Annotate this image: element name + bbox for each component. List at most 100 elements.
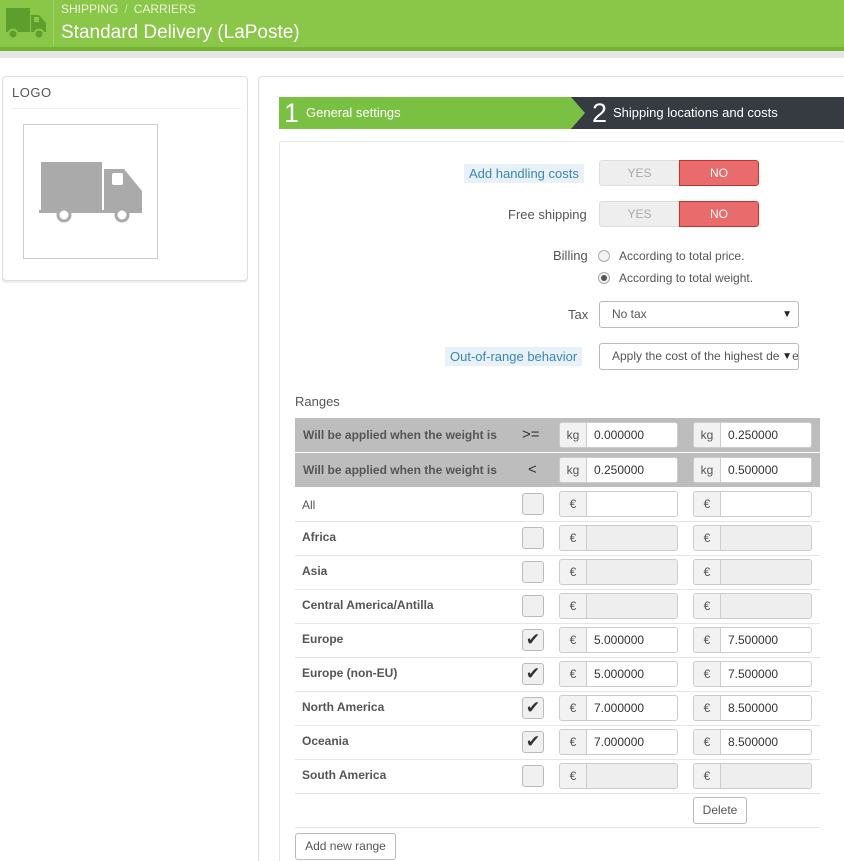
- price-value[interactable]: [587, 526, 677, 550]
- zone-price-input[interactable]: €: [559, 763, 678, 789]
- tax-select[interactable]: No tax ▼: [599, 301, 799, 328]
- zone-price-input[interactable]: €: [559, 525, 678, 551]
- free-shipping-no[interactable]: NO: [679, 201, 759, 227]
- zone-name: Europe: [302, 632, 344, 646]
- range-to-input-1[interactable]: kg 0.250000: [559, 457, 678, 483]
- zone-checkbox[interactable]: [522, 765, 544, 787]
- price-value[interactable]: [721, 560, 811, 584]
- unit-addon: kg: [694, 458, 721, 482]
- out-of-range-select[interactable]: Apply the cost of the highest defined ra…: [599, 343, 799, 370]
- price-value[interactable]: 7.000000: [587, 696, 677, 720]
- zone-price-input[interactable]: €: [559, 559, 678, 585]
- price-value[interactable]: 7.500000: [721, 662, 811, 686]
- zone-checkbox[interactable]: [522, 561, 544, 583]
- price-value[interactable]: [587, 764, 677, 788]
- free-shipping-switch: YES NO: [599, 201, 759, 227]
- zone-price-input[interactable]: €5.000000: [559, 627, 678, 653]
- zone-price-input[interactable]: €: [693, 559, 812, 585]
- currency-addon: €: [694, 662, 721, 686]
- billing-option-price[interactable]: According to total price.: [598, 249, 744, 263]
- price-value[interactable]: 8.500000: [721, 696, 811, 720]
- zone-price-input[interactable]: €7.500000: [693, 627, 812, 653]
- zone-price-input[interactable]: €: [693, 525, 812, 551]
- currency-addon: €: [694, 560, 721, 584]
- price-value[interactable]: [721, 764, 811, 788]
- zone-checkbox[interactable]: [522, 493, 544, 515]
- step-number: 1: [284, 98, 300, 128]
- range-value[interactable]: 0.000000: [587, 423, 677, 447]
- price-value[interactable]: 8.500000: [721, 730, 811, 754]
- zone-price-input[interactable]: €7.000000: [559, 695, 678, 721]
- radio-button[interactable]: [598, 250, 610, 262]
- currency-addon: €: [560, 696, 587, 720]
- zone-name: Oceania: [302, 734, 349, 748]
- zone-price-input[interactable]: €7.000000: [559, 729, 678, 755]
- zone-price-input[interactable]: €: [693, 491, 812, 517]
- zone-price-input[interactable]: €: [693, 763, 812, 789]
- price-value[interactable]: [721, 594, 811, 618]
- zone-name: All: [302, 498, 316, 512]
- zone-price-input[interactable]: €8.500000: [693, 695, 812, 721]
- zone-name: Asia: [302, 564, 328, 578]
- zone-price-input[interactable]: €8.500000: [693, 729, 812, 755]
- price-value[interactable]: 7.500000: [721, 628, 811, 652]
- header-strip: [0, 51, 844, 58]
- delete-range-button[interactable]: Delete: [693, 797, 747, 824]
- range-value[interactable]: 0.250000: [721, 423, 811, 447]
- range-from-input-1[interactable]: kg 0.000000: [559, 422, 678, 448]
- zone-price-input[interactable]: €7.500000: [693, 661, 812, 687]
- price-value[interactable]: 7.000000: [587, 730, 677, 754]
- logo-panel: LOGO: [2, 76, 248, 281]
- unit-addon: kg: [694, 423, 721, 447]
- add-new-range-button[interactable]: Add new range: [295, 833, 396, 860]
- handling-costs-yes[interactable]: YES: [599, 160, 679, 186]
- price-value[interactable]: 5.000000: [587, 628, 677, 652]
- radio-button-checked[interactable]: [598, 272, 610, 284]
- breadcrumb: SHIPPING / CARRIERS: [61, 2, 196, 16]
- price-value[interactable]: [721, 526, 811, 550]
- handling-costs-no[interactable]: NO: [679, 160, 759, 186]
- currency-addon: €: [560, 628, 587, 652]
- currency-addon: €: [694, 526, 721, 550]
- zone-checkbox[interactable]: [522, 527, 544, 549]
- breadcrumb-shipping[interactable]: SHIPPING: [61, 2, 118, 16]
- price-value[interactable]: [721, 492, 811, 516]
- range-from-input-2[interactable]: kg 0.250000: [693, 422, 812, 448]
- free-shipping-yes[interactable]: YES: [599, 201, 679, 227]
- step-general-settings[interactable]: 1 General settings: [279, 97, 571, 129]
- caret-down-icon: ▼: [779, 302, 792, 327]
- zone-price-input[interactable]: €: [693, 593, 812, 619]
- tax-select-value: No tax: [612, 307, 647, 321]
- range-value[interactable]: 0.500000: [721, 458, 811, 482]
- range-to-input-2[interactable]: kg 0.500000: [693, 457, 812, 483]
- zone-price-input[interactable]: €: [559, 491, 678, 517]
- unit-addon: kg: [560, 458, 587, 482]
- range-operator: >=: [522, 426, 540, 443]
- range-value[interactable]: 0.250000: [587, 458, 677, 482]
- zone-checkbox-checked[interactable]: ✔: [522, 629, 544, 651]
- step-number: 2: [592, 98, 608, 128]
- currency-addon: €: [694, 730, 721, 754]
- billing-label: Billing: [553, 248, 588, 263]
- zone-checkbox[interactable]: [522, 595, 544, 617]
- logo-panel-title: LOGO: [12, 85, 52, 100]
- breadcrumb-carriers[interactable]: CARRIERS: [134, 2, 196, 16]
- price-value[interactable]: [587, 492, 677, 516]
- zone-price-input[interactable]: €5.000000: [559, 661, 678, 687]
- price-value[interactable]: [587, 594, 677, 618]
- zone-checkbox-checked[interactable]: ✔: [522, 731, 544, 753]
- zone-checkbox-checked[interactable]: ✔: [522, 697, 544, 719]
- zone-price-input[interactable]: €: [559, 593, 678, 619]
- currency-addon: €: [694, 492, 721, 516]
- range-row-label: Will be applied when the weight is: [303, 463, 497, 477]
- handling-costs-label: Add handling costs: [464, 164, 584, 183]
- price-value[interactable]: 5.000000: [587, 662, 677, 686]
- step-shipping-locations[interactable]: 2 Shipping locations and costs: [585, 97, 844, 129]
- price-value[interactable]: [587, 560, 677, 584]
- zone-checkbox-checked[interactable]: ✔: [522, 663, 544, 685]
- currency-addon: €: [694, 764, 721, 788]
- currency-addon: €: [694, 696, 721, 720]
- billing-option-weight[interactable]: According to total weight.: [598, 271, 753, 285]
- currency-addon: €: [560, 594, 587, 618]
- caret-down-icon: ▼: [779, 344, 792, 369]
